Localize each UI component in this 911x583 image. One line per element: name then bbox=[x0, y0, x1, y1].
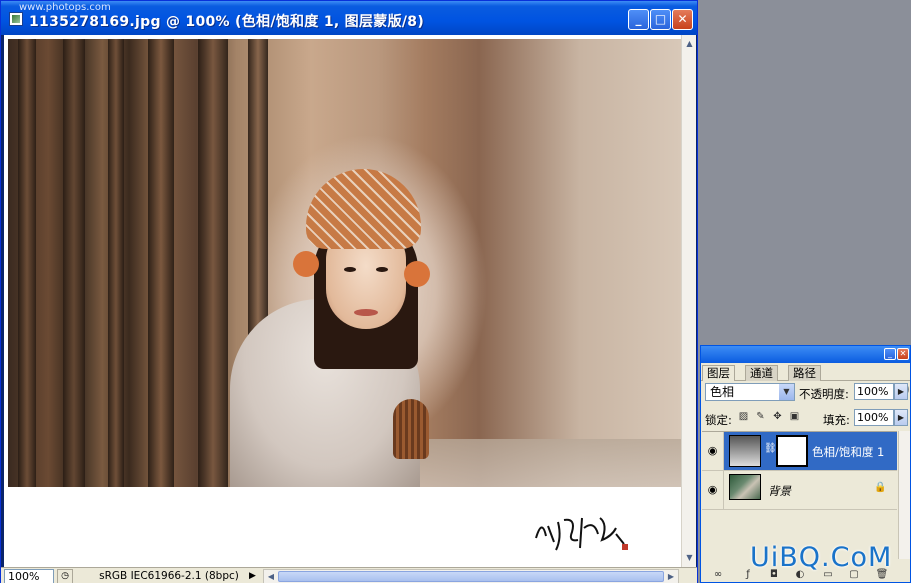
brand-watermark: UiBQ.CoM bbox=[750, 542, 893, 573]
layer-name: 背景 bbox=[768, 484, 791, 498]
navigator-icon[interactable]: ◷ bbox=[57, 569, 73, 583]
eye-icon[interactable]: ◉ bbox=[702, 432, 724, 470]
lock-move-icon[interactable]: ✥ bbox=[772, 411, 783, 422]
horizontal-scrollbar[interactable]: ◀ ▶ bbox=[263, 569, 679, 583]
layer-row-background[interactable]: ◉ 背景 🔒 bbox=[702, 471, 897, 510]
opacity-arrow-icon[interactable]: ▶ bbox=[894, 383, 908, 400]
palette-title-bar[interactable]: _ ✕ bbox=[701, 346, 910, 363]
minimize-button[interactable]: _ bbox=[628, 9, 649, 30]
chevron-down-icon[interactable]: ▼ bbox=[779, 384, 794, 400]
scroll-right-icon[interactable]: ▶ bbox=[665, 570, 677, 583]
fill-arrow-icon[interactable]: ▶ bbox=[894, 409, 908, 426]
calligraphy-signature bbox=[532, 498, 632, 558]
window-title: 1135278169.jpg @ 100% (色相/饱和度 1, 图层蒙版/8) bbox=[29, 14, 425, 30]
fill-label: 填充: bbox=[823, 413, 850, 427]
scroll-left-icon[interactable]: ◀ bbox=[265, 570, 277, 583]
palette-close-button[interactable]: ✕ bbox=[897, 348, 909, 360]
title-bar[interactable]: www.photops.com 1135278169.jpg @ 100% (色… bbox=[1, 1, 697, 35]
layers-scrollbar[interactable] bbox=[898, 431, 910, 559]
background-thumbnail bbox=[729, 474, 761, 500]
scroll-down-icon[interactable]: ▼ bbox=[683, 551, 696, 565]
scroll-up-icon[interactable]: ▲ bbox=[683, 37, 696, 51]
lock-all-icon[interactable]: ▣ bbox=[789, 411, 800, 422]
tab-paths[interactable]: 路径 bbox=[788, 365, 821, 381]
tab-channels[interactable]: 通道 bbox=[745, 365, 778, 381]
document-icon bbox=[9, 12, 23, 26]
link-icon[interactable]: ⛓ bbox=[764, 443, 777, 454]
opacity-label: 不透明度: bbox=[799, 387, 849, 401]
blend-mode-select[interactable]: 色相 ▼ bbox=[705, 383, 795, 401]
palette-tabs: 图层 通道 路径 ▸ bbox=[701, 363, 910, 396]
lock-brush-icon[interactable]: ✎ bbox=[755, 411, 766, 422]
eye-icon[interactable]: ◉ bbox=[702, 471, 724, 509]
layer-name: 色相/饱和度 1 bbox=[812, 445, 885, 459]
zoom-field[interactable]: 100% bbox=[4, 569, 54, 583]
layers-list: ◉ ⛓ 色相/饱和度 1 ◉ 背景 🔒 bbox=[702, 431, 897, 559]
tab-layers[interactable]: 图层 bbox=[702, 365, 735, 381]
palette-minimize-button[interactable]: _ bbox=[884, 348, 896, 360]
opacity-field[interactable]: 100% bbox=[854, 383, 894, 400]
lock-label: 锁定: bbox=[705, 413, 732, 427]
photo-image bbox=[8, 39, 681, 487]
maximize-button[interactable]: □ bbox=[650, 9, 671, 30]
info-menu-arrow-icon[interactable]: ▶ bbox=[249, 570, 259, 583]
vertical-scrollbar[interactable]: ▲ ▼ bbox=[681, 35, 696, 567]
workspace-background bbox=[698, 0, 911, 345]
layer-mask-thumbnail[interactable] bbox=[776, 435, 808, 467]
adjustment-thumbnail bbox=[729, 435, 761, 467]
link-layers-icon[interactable]: ∞ bbox=[711, 568, 725, 582]
status-bar: 100% ◷ sRGB IEC61966-2.1 (8bpc) ▶ ◀ ▶ bbox=[1, 567, 697, 583]
desktop: www.photops.com 1135278169.jpg @ 100% (色… bbox=[0, 0, 911, 583]
color-profile-label: sRGB IEC61966-2.1 (8bpc) bbox=[99, 570, 239, 582]
lock-icon: 🔒 bbox=[874, 482, 887, 493]
lock-transparent-icon[interactable]: ▨ bbox=[738, 411, 749, 422]
scroll-thumb[interactable] bbox=[278, 571, 664, 582]
fill-field[interactable]: 100% bbox=[854, 409, 894, 426]
close-button[interactable]: ✕ bbox=[672, 9, 693, 30]
image-canvas[interactable] bbox=[4, 35, 681, 567]
blend-mode-value: 色相 bbox=[710, 385, 735, 399]
document-window: www.photops.com 1135278169.jpg @ 100% (色… bbox=[0, 0, 698, 583]
layer-row-hue-saturation[interactable]: ◉ ⛓ 色相/饱和度 1 bbox=[702, 432, 897, 471]
